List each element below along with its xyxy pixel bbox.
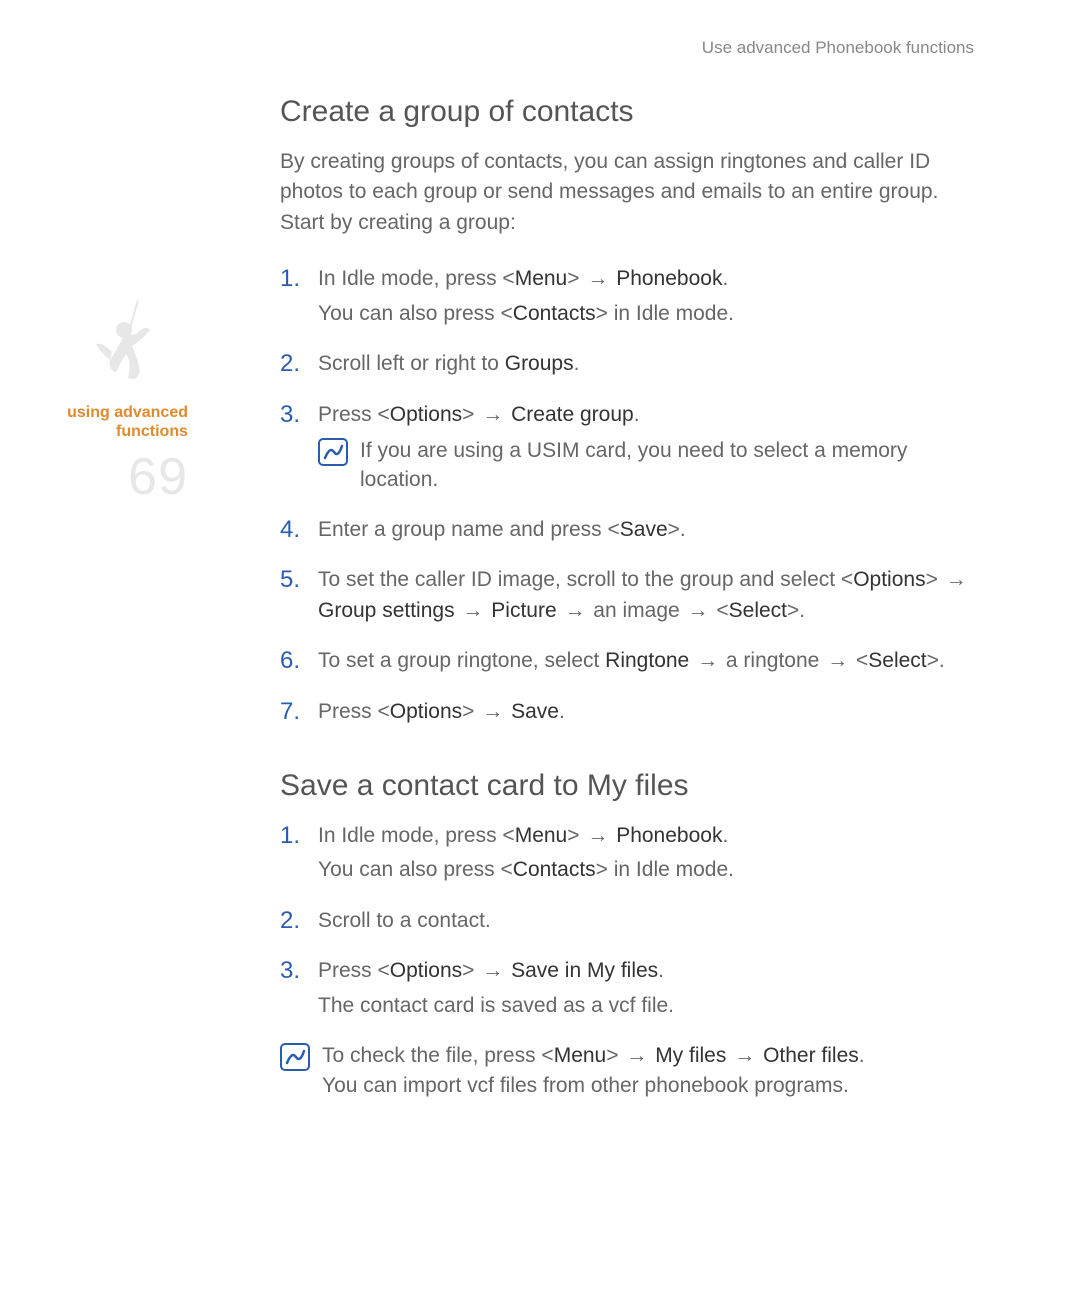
step: Press <Options> → Create group. If you a… — [280, 400, 980, 495]
section1-steps: In Idle mode, press <Menu> → Phonebook. … — [280, 264, 980, 727]
running-head: Use advanced Phonebook functions — [702, 38, 974, 58]
manual-page: Use advanced Phonebook functions using a… — [0, 0, 1080, 1307]
section2-title: Save a contact card to My files — [280, 769, 980, 803]
note-icon — [318, 438, 348, 466]
content: Create a group of contacts By creating g… — [280, 95, 980, 1100]
step: To set a group ringtone, select Ringtone… — [280, 646, 980, 676]
sidebar-label-line1: using advanced — [67, 404, 188, 421]
step: Scroll to a contact. — [280, 906, 980, 936]
sidebar-section-label: using advanced functions — [0, 403, 188, 441]
step: To set the caller ID image, scroll to th… — [280, 565, 980, 626]
page-number: 69 — [0, 447, 188, 507]
sidebar: using advanced functions 69 — [0, 300, 200, 507]
climber-icon — [88, 300, 168, 390]
section1-title: Create a group of contacts — [280, 95, 980, 129]
step: Scroll left or right to Groups. — [280, 349, 980, 379]
step: In Idle mode, press <Menu> → Phonebook. … — [280, 264, 980, 329]
step: Press <Options> → Save. — [280, 697, 980, 727]
step: Press <Options> → Save in My files. The … — [280, 956, 980, 1021]
sidebar-label-line2: functions — [116, 423, 188, 440]
note-text: If you are using a USIM card, you need t… — [360, 436, 980, 495]
step: In Idle mode, press <Menu> → Phonebook. … — [280, 821, 980, 886]
note-icon — [280, 1043, 310, 1071]
note-text: To check the file, press <Menu> → My fil… — [322, 1041, 980, 1100]
step-subline: The contact card is saved as a vcf file. — [318, 991, 980, 1021]
step: Enter a group name and press <Save>. — [280, 515, 980, 545]
section2-steps: In Idle mode, press <Menu> → Phonebook. … — [280, 821, 980, 1021]
step-subline: You can also press <Contacts> in Idle mo… — [318, 855, 980, 885]
note: If you are using a USIM card, you need t… — [318, 436, 980, 495]
step-subline: You can also press <Contacts> in Idle mo… — [318, 299, 980, 329]
section1-intro: By creating groups of contacts, you can … — [280, 147, 980, 238]
note: To check the file, press <Menu> → My fil… — [280, 1041, 980, 1100]
